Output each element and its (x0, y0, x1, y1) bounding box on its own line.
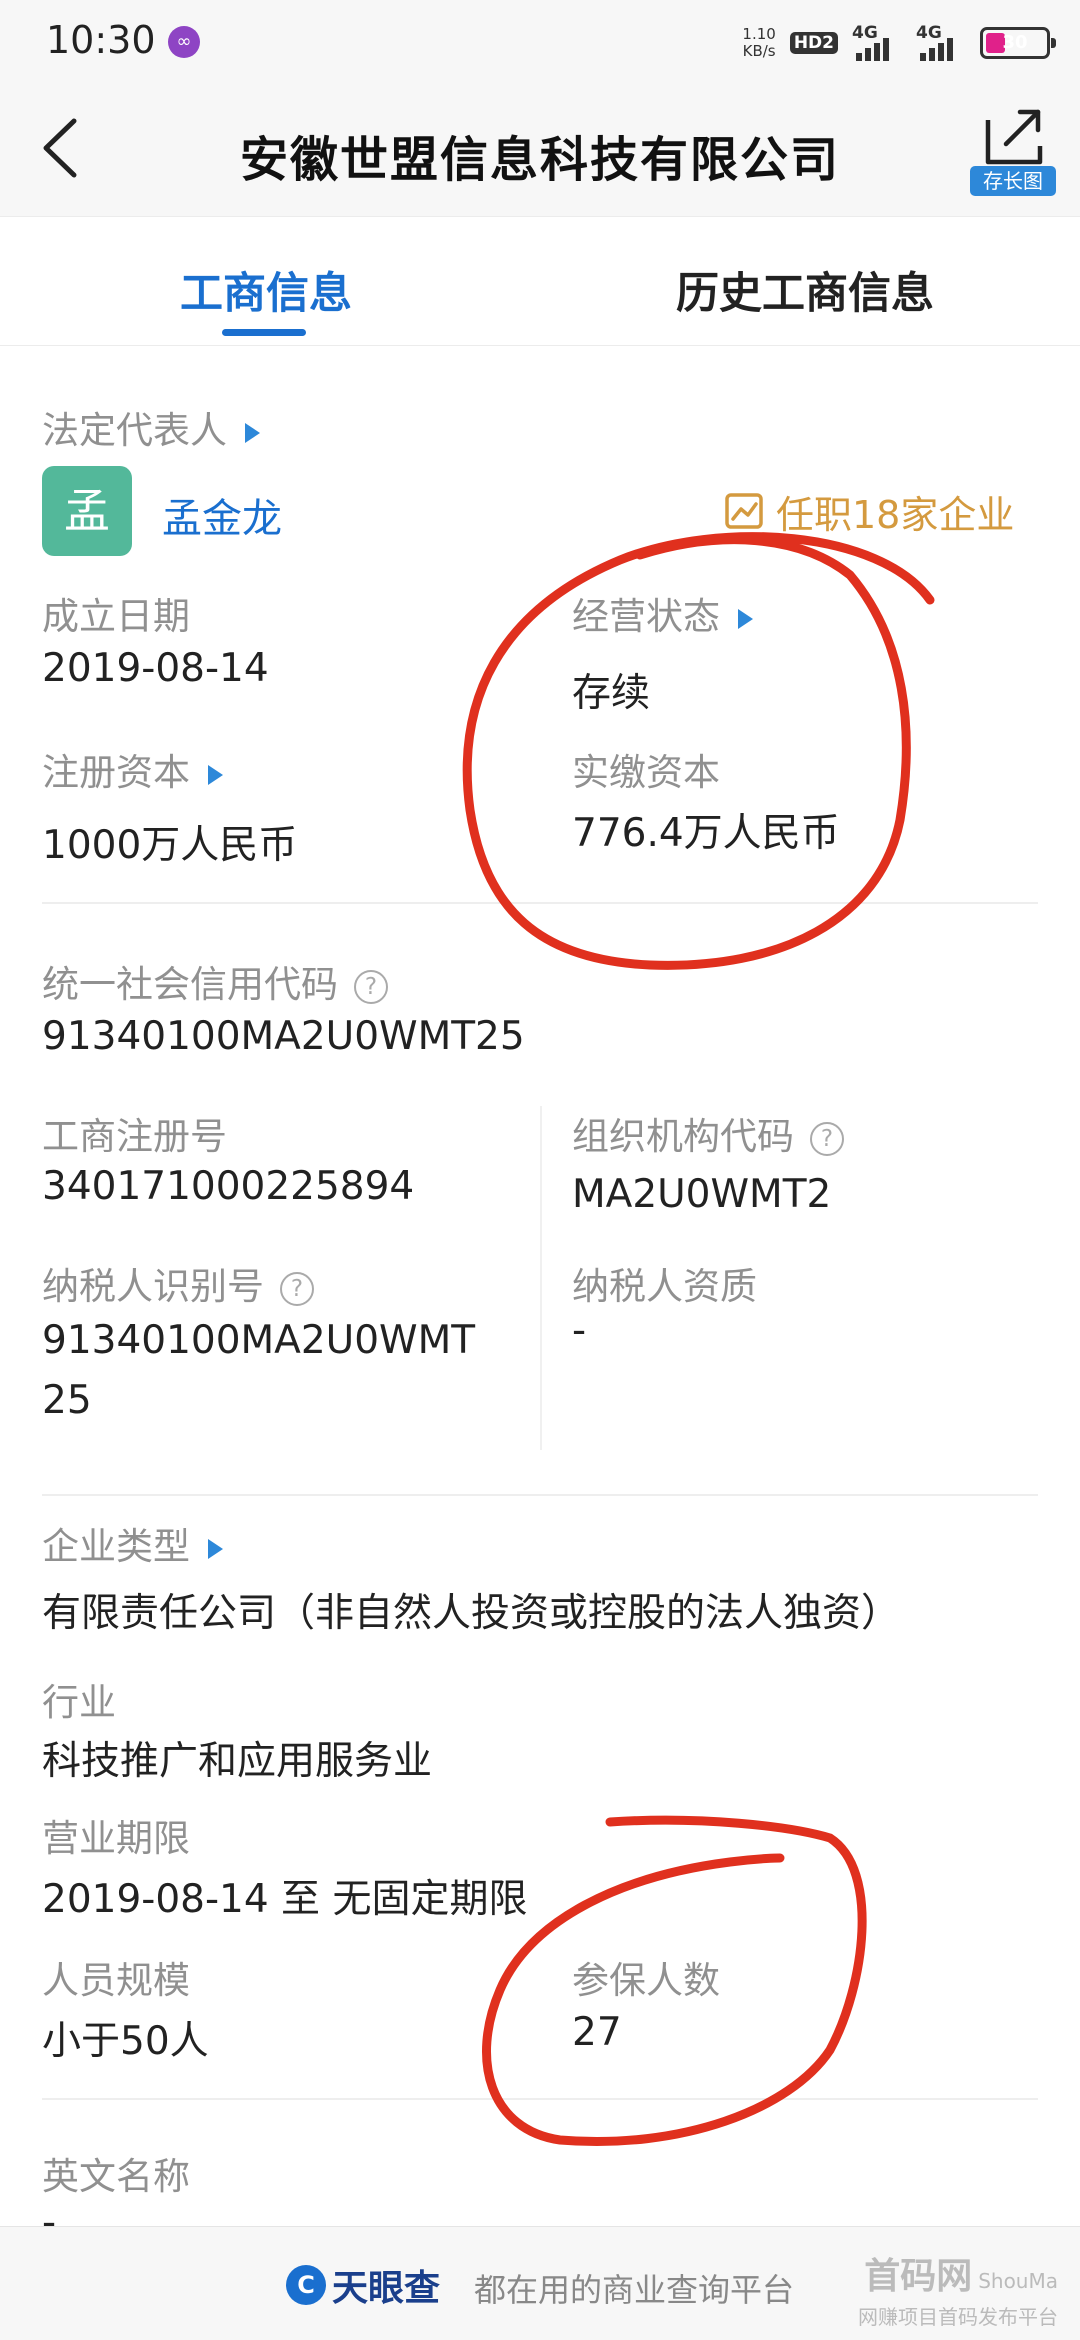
taxpayer-id-label: 纳税人识别号? (42, 1256, 314, 1310)
tianyancha-logo-icon: C (286, 2265, 326, 2305)
app-notification-icon: ∞ (168, 26, 200, 58)
brand-slogan: 都在用的商业查询平台 (474, 2271, 795, 2309)
registration-number-label: 工商注册号 (42, 1115, 227, 1158)
company-type-value: 有限责任公司（非自然人投资或控股的法人独资） (42, 1591, 901, 1636)
signal-4g-icon-2: 4G (916, 23, 966, 63)
positions-held-link[interactable]: 任职18家企业 (724, 484, 1014, 539)
registered-capital-value: 1000万人民币 (42, 823, 298, 868)
staff-size-value: 小于50人 (42, 2019, 209, 2064)
play-icon (208, 764, 223, 785)
active-tab-indicator (222, 329, 306, 336)
taxpayer-qualification-label: 纳税人资质 (572, 1265, 757, 1308)
help-icon[interactable]: ? (280, 1271, 314, 1306)
legal-rep-name-link[interactable]: 孟金龙 (162, 486, 282, 544)
help-icon[interactable]: ? (354, 969, 388, 1004)
section-divider (42, 1494, 1038, 1496)
signal-4g-icon: 4G (852, 23, 902, 63)
industry-value: 科技推广和应用服务业 (42, 1739, 433, 1784)
help-icon[interactable]: ? (810, 1121, 844, 1156)
insured-count-label: 参保人数 (572, 1959, 720, 2002)
tab-history-business-info[interactable]: 历史工商信息 (676, 259, 934, 321)
paid-capital-value: 776.4万人民币 (572, 811, 840, 856)
english-name-label: 英文名称 (42, 2155, 190, 2198)
watermark-latin: ShouMa (978, 2269, 1058, 2293)
business-term-label: 营业期限 (42, 1817, 190, 1860)
share-export-icon (985, 109, 1043, 165)
brand-name: 天眼查 (332, 2268, 441, 2309)
avatar[interactable]: 孟 (42, 466, 132, 556)
company-type-label[interactable]: 企业类型 (42, 1516, 223, 1570)
play-icon (738, 608, 753, 629)
business-info-panel: 法定代表人 孟 孟金龙 任职18家企业 成立日期 2019-08-14 经营状态… (0, 346, 1080, 2245)
taxpayer-id-value: 91340100MA2U0WMT (42, 1318, 476, 1363)
hd-voice-icon: HD2 (789, 32, 838, 54)
established-date-label: 成立日期 (42, 595, 190, 638)
credit-code-value: 91340100MA2U0WMT25 (42, 1014, 525, 1059)
section-divider (42, 2098, 1038, 2100)
watermark-title: 首码网 (864, 2256, 973, 2297)
business-term-value: 2019-08-14 至 无固定期限 (42, 1877, 528, 1922)
chevron-left-icon (43, 118, 77, 178)
taxpayer-id-value-cont: 25 (42, 1378, 92, 1423)
staff-size-label: 人员规模 (42, 1959, 190, 2002)
status-indicators: 1.10 KB/s HD2 4G 4G 30 (742, 20, 1056, 66)
save-long-image-label: 存长图 (970, 166, 1056, 196)
network-speed: 1.10 KB/s (742, 25, 776, 60)
tab-bar: 工商信息 历史工商信息 (0, 216, 1080, 346)
play-icon (208, 1538, 223, 1559)
page-title: 安徽世盟信息科技有限公司 (239, 132, 840, 188)
app-header: 安徽世盟信息科技有限公司 存长图 (0, 86, 1080, 216)
operating-status-value: 存续 (572, 671, 651, 716)
section-divider (42, 902, 1038, 904)
watermark-subtitle: 网赚项目首码发布平台 (858, 2305, 1058, 2329)
save-long-image-button[interactable]: 存长图 (970, 104, 1056, 196)
taxpayer-qualification-value: - (572, 1308, 587, 1353)
org-code-label: 组织机构代码? (572, 1106, 844, 1160)
chart-icon (725, 492, 763, 529)
back-button[interactable] (28, 110, 92, 186)
registered-capital-label[interactable]: 注册资本 (42, 742, 223, 796)
status-time: 10:30 (46, 18, 156, 62)
tab-business-info[interactable]: 工商信息 (180, 259, 352, 321)
watermark: 首码网 ShouMa 网赚项目首码发布平台 (858, 2247, 1058, 2330)
legal-rep-label[interactable]: 法定代表人 (42, 400, 260, 454)
brand-logo: C 天眼查 (286, 2259, 440, 2311)
credit-code-label: 统一社会信用代码? (42, 954, 388, 1008)
registration-number-value: 340171000225894 (42, 1164, 415, 1209)
status-bar: 10:30 ∞ 1.10 KB/s HD2 4G 4G 30 (0, 0, 1080, 86)
established-date-value: 2019-08-14 (42, 646, 269, 691)
paid-capital-label: 实缴资本 (572, 751, 720, 794)
insured-count-value: 27 (572, 2010, 622, 2055)
play-icon (245, 422, 260, 443)
industry-label: 行业 (42, 1681, 116, 1724)
battery-icon: 30 (980, 27, 1056, 59)
operating-status-label[interactable]: 经营状态 (572, 586, 753, 640)
org-code-value: MA2U0WMT2 (572, 1172, 832, 1217)
bottom-brand-bar: C 天眼查 都在用的商业查询平台 首码网 ShouMa 网赚项目首码发布平台 (0, 2226, 1080, 2340)
